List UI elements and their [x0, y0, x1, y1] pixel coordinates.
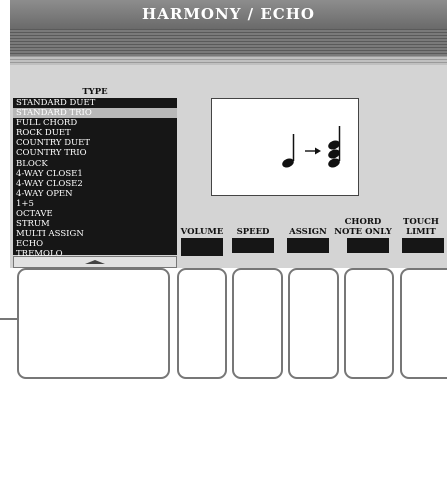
connector-line — [0, 318, 17, 320]
button-group-8 — [400, 268, 447, 379]
button-group-7 — [344, 268, 394, 379]
button-group-6 — [288, 268, 339, 379]
button-group-1-3 — [17, 268, 170, 379]
touch-limit-display — [402, 238, 444, 253]
button-group-5 — [232, 268, 283, 379]
volume-content — [181, 238, 223, 256]
speed-display — [232, 238, 274, 253]
parameter-area — [10, 0, 447, 268]
chord-note-only-display — [347, 238, 389, 253]
assign-display — [287, 238, 329, 253]
button-group-4 — [177, 268, 227, 379]
panel-buttons-area — [0, 268, 447, 481]
